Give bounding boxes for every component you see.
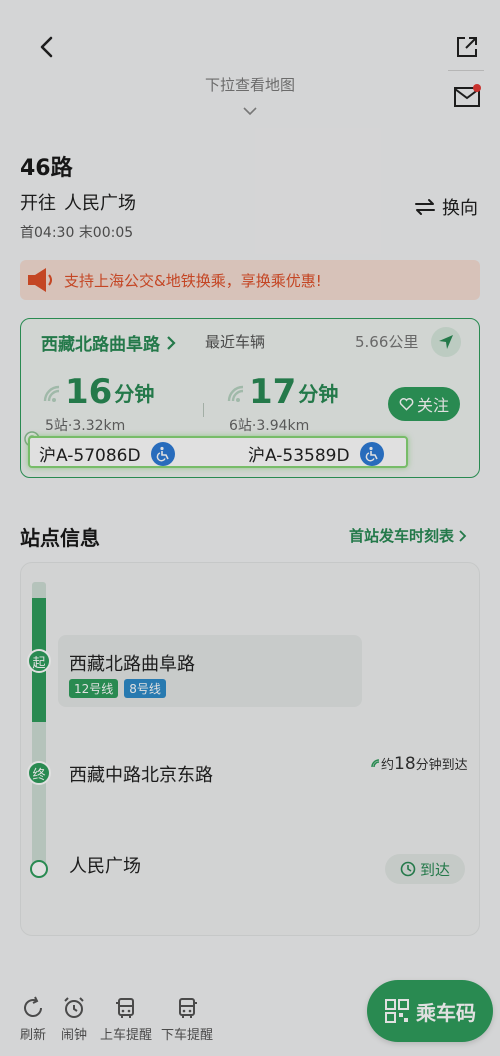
bus-plate-1[interactable]: 沪A-57086D — [39, 441, 175, 466]
destination-name: 人民广场 — [64, 193, 136, 214]
ride-code-label: 乘车码 — [416, 1000, 476, 1025]
bus-eta-2: 17 分钟 6站·3.94km — [225, 375, 338, 435]
realtime-signal-icon — [43, 385, 60, 402]
station-name: 西藏中路北京东路 — [69, 765, 213, 786]
chevron-right-icon — [167, 335, 176, 350]
last-bus-time: 末00:05 — [78, 225, 134, 241]
plate-number: 沪A-53589D — [248, 446, 350, 466]
station-name: 西藏北路曲阜路 — [69, 654, 195, 675]
bus-alight-icon — [179, 998, 197, 1018]
alight-reminder-label: 下车提醒 — [160, 1028, 213, 1043]
eta-detail: 5站·3.32km — [45, 418, 126, 434]
schedule: 首04:30 末00:05 — [20, 222, 133, 242]
current-stop-name: 西藏北路曲阜路 — [41, 335, 160, 355]
direction-prefix: 开往 — [20, 193, 56, 214]
first-bus-time: 首04:30 — [20, 225, 75, 241]
timetable-link[interactable]: 首站发车时刻表 — [349, 525, 469, 546]
chevron-left-icon — [40, 36, 53, 58]
realtime-signal-icon — [371, 759, 380, 768]
header-divider — [448, 70, 484, 71]
board-reminder-button[interactable]: 上车提醒 — [96, 996, 156, 1043]
megaphone-icon — [28, 268, 52, 292]
promo-text: 支持上海公交&地铁换乘，享换乘优惠! — [64, 271, 322, 290]
station-name: 人民广场 — [69, 856, 141, 877]
chevron-down-icon — [243, 107, 257, 116]
bus-board-icon — [116, 998, 134, 1018]
switch-direction-button[interactable]: 换向 — [414, 194, 478, 220]
route-direction: 开往 人民广场 — [20, 189, 136, 215]
alarm-button[interactable]: 闹钟 — [44, 996, 104, 1043]
follow-button[interactable]: 关注 — [388, 387, 460, 421]
eta-minutes: 17 — [249, 372, 297, 412]
pull-map-hint[interactable]: 下拉查看地图 — [150, 74, 350, 95]
alight-reminder-button[interactable]: 下车提醒 — [157, 996, 217, 1043]
eta-unit: 分钟 — [298, 382, 339, 406]
eta-value: 18 — [394, 754, 416, 774]
realtime-signal-icon — [227, 385, 244, 402]
alarm-clock-icon — [64, 997, 84, 1018]
navigation-arrow-icon — [439, 335, 453, 349]
distance-label: 5.66公里 — [355, 333, 419, 351]
ride-code-button[interactable]: 乘车码 — [367, 980, 493, 1042]
heart-icon — [399, 398, 414, 411]
eta-divider — [203, 403, 204, 417]
clock-icon — [400, 861, 416, 877]
stop-selector[interactable]: 西藏北路曲阜路 — [41, 330, 178, 355]
message-button[interactable] — [450, 80, 484, 114]
plate-number: 沪A-57086D — [39, 446, 141, 466]
arrive-label: 到达 — [419, 860, 450, 879]
start-badge: 起 — [27, 649, 51, 673]
bus-plates-bar[interactable]: 沪A-57086D 沪A-53589D — [28, 436, 408, 468]
switch-direction-label: 换向 — [442, 198, 478, 219]
wheelchair-icon — [359, 441, 384, 466]
unread-dot — [473, 84, 481, 92]
promo-banner[interactable]: 支持上海公交&地铁换乘，享换乘优惠! — [20, 260, 480, 300]
metro-line-tag: 8号线 — [124, 679, 166, 698]
swap-arrows-icon — [415, 199, 435, 215]
eta-prefix: 约 — [381, 758, 395, 773]
refresh-icon — [24, 996, 42, 1017]
station-dot — [30, 860, 48, 878]
eta-unit: 分钟 — [114, 382, 155, 406]
follow-label: 关注 — [416, 396, 449, 415]
metro-line-tag: 12号线 — [69, 679, 119, 698]
back-button[interactable] — [30, 30, 64, 64]
arrive-reminder-button[interactable]: 到达 — [385, 854, 465, 884]
qr-code-icon — [385, 999, 409, 1023]
end-badge: 终 — [27, 761, 51, 785]
refresh-label: 刷新 — [19, 1028, 46, 1043]
route-name: 46路 — [20, 156, 73, 181]
wheelchair-icon — [150, 441, 175, 466]
eta-detail: 6站·3.94km — [229, 418, 310, 434]
share-icon — [457, 37, 477, 57]
eta-suffix: 分钟到达 — [415, 758, 468, 773]
station-eta: 约18分钟到达 — [370, 756, 470, 774]
chevron-right-icon — [459, 529, 467, 542]
section-title: 站点信息 — [20, 526, 100, 550]
bus-plate-2[interactable]: 沪A-53589D — [248, 441, 384, 466]
eta-minutes: 16 — [65, 372, 113, 412]
bus-eta-1: 16 分钟 5站·3.32km — [41, 375, 154, 435]
timetable-label: 首站发车时刻表 — [349, 527, 455, 545]
navigate-button[interactable] — [431, 327, 461, 357]
metro-tags: 12号线 8号线 — [69, 679, 166, 698]
share-button[interactable] — [450, 30, 484, 64]
board-reminder-label: 上车提醒 — [99, 1028, 152, 1043]
nearest-bus-label: 最近车辆 — [205, 333, 266, 351]
alarm-label: 闹钟 — [60, 1028, 87, 1043]
